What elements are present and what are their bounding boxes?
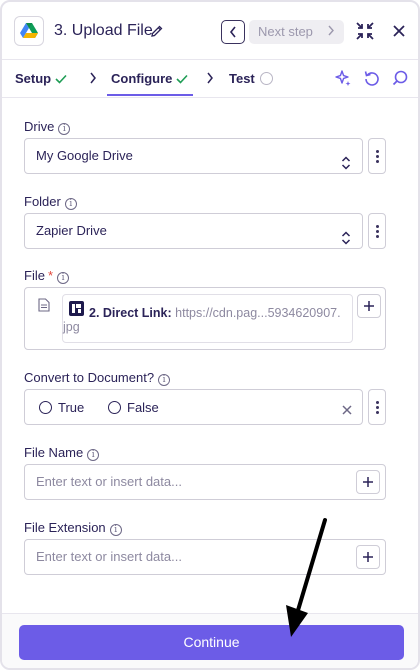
mapped-data-pill[interactable]: 2. Direct Link: https://cdn.pag...593462… <box>62 294 353 343</box>
sparkle-icon[interactable] <box>334 69 352 87</box>
previous-step-button[interactable] <box>221 20 245 44</box>
google-drive-logo-icon <box>14 16 44 46</box>
required-mark: * <box>47 268 54 283</box>
folder-value: Zapier Drive <box>36 223 107 238</box>
close-icon[interactable] <box>391 23 407 39</box>
drive-label-text: Drive <box>24 119 55 134</box>
chevron-right-icon <box>205 71 215 85</box>
folder-select[interactable]: Zapier Drive <box>24 213 363 249</box>
file-name-placeholder: Enter text or insert data... <box>36 474 182 489</box>
footer: Continue <box>2 613 418 668</box>
radio-false-label[interactable]: False <box>127 400 159 415</box>
info-icon[interactable]: i <box>58 123 71 135</box>
chevron-right-icon <box>88 71 98 85</box>
header: 3. Upload File Next step <box>2 2 418 60</box>
updown-chevron-icon <box>341 149 351 170</box>
mapped-data-text: 2. Direct Link: https://cdn.pag...593462… <box>89 301 351 325</box>
collapse-icon[interactable] <box>355 21 375 41</box>
drive-label: Drive i <box>24 119 71 135</box>
drive-select[interactable]: My Google Drive <box>24 138 363 174</box>
tab-setup[interactable]: Setup <box>15 71 67 95</box>
plus-icon <box>363 552 373 562</box>
tab-configure[interactable]: Configure <box>111 71 188 95</box>
convert-label-text: Convert to Document? <box>24 370 155 385</box>
info-icon[interactable]: i <box>57 272 70 284</box>
document-icon <box>38 298 50 312</box>
check-icon <box>176 72 188 87</box>
info-icon[interactable]: i <box>64 198 77 210</box>
file-extension-input[interactable]: Enter text or insert data... <box>24 539 386 575</box>
step-title: 3. Upload File <box>54 22 153 39</box>
radio-true[interactable] <box>39 401 52 414</box>
next-step-label: Next step <box>258 24 313 39</box>
file-label-text: File <box>24 268 45 283</box>
convert-radio-group: True False <box>24 389 363 425</box>
pencil-icon[interactable] <box>150 24 164 38</box>
tab-configure-label: Configure <box>111 71 173 86</box>
updown-chevron-icon <box>341 224 351 245</box>
continue-button[interactable]: Continue <box>19 625 404 660</box>
folder-label: Folder i <box>24 194 77 210</box>
file-extension-label: File Extension i <box>24 520 122 536</box>
clear-icon[interactable] <box>342 402 352 415</box>
radio-true-label[interactable]: True <box>58 400 84 415</box>
info-icon[interactable]: i <box>109 524 122 536</box>
file-extension-placeholder: Enter text or insert data... <box>36 549 182 564</box>
convert-label: Convert to Document? i <box>24 370 171 386</box>
chevron-right-icon <box>328 20 335 44</box>
chevron-left-icon <box>229 26 236 38</box>
insert-data-button[interactable] <box>356 470 380 494</box>
app-panel: 3. Upload File Next step Setup Configure… <box>0 0 420 670</box>
info-icon[interactable]: i <box>158 374 171 386</box>
mapped-value-line2-text: jpg <box>63 320 80 334</box>
step-app-icon <box>69 301 84 316</box>
file-name-input[interactable]: Enter text or insert data... <box>24 464 386 500</box>
pending-status-icon <box>260 72 273 85</box>
file-label: File * i <box>24 268 70 284</box>
plus-icon <box>363 477 373 487</box>
insert-data-button[interactable] <box>356 545 380 569</box>
check-icon <box>55 72 67 87</box>
file-extension-label-text: File Extension <box>24 520 106 535</box>
radio-false[interactable] <box>108 401 121 414</box>
info-icon[interactable]: i <box>87 449 100 461</box>
folder-more-options-icon[interactable] <box>368 213 386 249</box>
search-icon[interactable] <box>391 69 409 87</box>
active-tab-indicator <box>107 94 193 96</box>
drive-more-options-icon[interactable] <box>368 138 386 174</box>
file-name-label: File Name i <box>24 445 100 461</box>
tab-setup-label: Setup <box>15 71 52 86</box>
tab-test[interactable]: Test <box>229 71 255 95</box>
mapped-value-line1: https://cdn.pag...5934620907. <box>175 306 341 320</box>
file-name-label-text: File Name <box>24 445 84 460</box>
file-input[interactable]: 2. Direct Link: https://cdn.pag...593462… <box>24 287 386 350</box>
refresh-icon[interactable] <box>363 69 381 87</box>
tab-test-label: Test <box>229 71 255 86</box>
convert-more-options-icon[interactable] <box>368 389 386 425</box>
next-step-button[interactable]: Next step <box>249 20 344 44</box>
plus-icon <box>364 301 374 311</box>
mapped-step-label: 2. Direct Link: <box>89 306 172 320</box>
insert-data-button[interactable] <box>357 294 381 318</box>
folder-label-text: Folder <box>24 194 61 209</box>
drive-value: My Google Drive <box>36 148 133 163</box>
